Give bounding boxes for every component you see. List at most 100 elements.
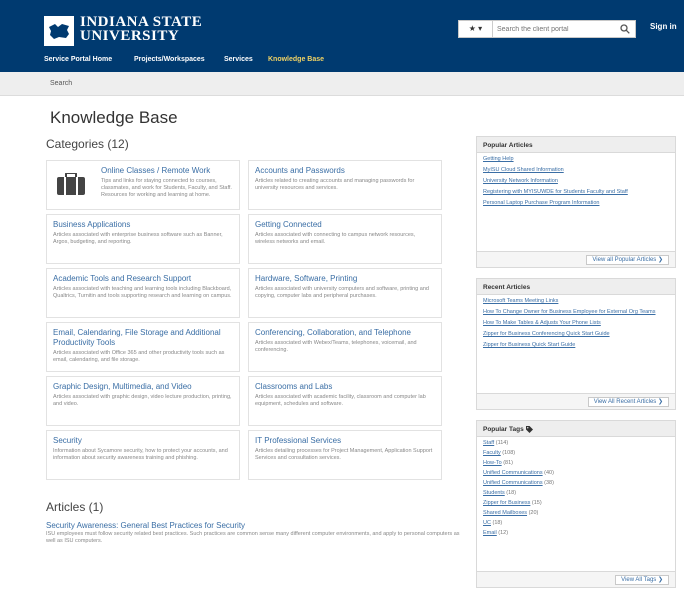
briefcase-icon: [57, 173, 85, 195]
tag-count: (40): [544, 470, 554, 476]
nav-item-service-portal-home[interactable]: Service Portal Home: [44, 56, 112, 63]
category-classrooms-labs[interactable]: Classrooms and Labs Articles associated …: [248, 376, 442, 426]
category-academic-tools[interactable]: Academic Tools and Research Support Arti…: [46, 268, 240, 318]
category-getting-connected[interactable]: Getting Connected Articles associated wi…: [248, 214, 442, 264]
tag-link[interactable]: UC: [483, 520, 491, 526]
tag-item: Unified Communications (38): [483, 480, 669, 487]
popular-tags-panel: Popular Tags Staff (114) Faculty (108) H…: [476, 420, 676, 588]
tag-item: Shared Mailboxes (20): [483, 510, 669, 517]
tag-link[interactable]: Unified Communications: [483, 480, 543, 486]
tag-link[interactable]: Shared Mailboxes: [483, 510, 527, 516]
category-description: Articles associated with connecting to c…: [255, 232, 416, 245]
recent-articles-footer: View All Recent Articles ❯: [477, 393, 675, 409]
tag-link[interactable]: Faculty: [483, 450, 501, 456]
category-title: Getting Connected: [255, 220, 322, 229]
category-description: Articles associated with Webex/Teams, te…: [255, 340, 417, 353]
article-description: ISU employees must follow security relat…: [46, 531, 460, 544]
logo-icon[interactable]: [44, 16, 74, 46]
popular-article-link[interactable]: Personal Laptop Purchase Program Informa…: [483, 200, 669, 207]
category-description: Articles detailing processes for Project…: [255, 448, 433, 461]
recent-article-link[interactable]: Zipper for Business Quick Start Guide: [483, 342, 669, 349]
tag-link[interactable]: Email: [483, 530, 497, 536]
site-header: INDIANA STATE UNIVERSITY ★ ▾ Sign in Ser…: [0, 0, 684, 72]
tag-link[interactable]: Students: [483, 490, 505, 496]
category-description: Articles associated with Office 365 and …: [53, 350, 225, 363]
popular-articles-panel: Popular Articles Getting Help MyISU Clou…: [476, 136, 676, 268]
tag-item: Students (18): [483, 490, 669, 497]
category-conferencing[interactable]: Conferencing, Collaboration, and Telepho…: [248, 322, 442, 372]
tag-count: (15): [531, 500, 542, 506]
category-business-applications[interactable]: Business Applications Articles associate…: [46, 214, 240, 264]
article-link[interactable]: Security Awareness: General Best Practic…: [46, 521, 245, 530]
category-description: Articles associated with university comp…: [255, 286, 429, 299]
tag-count: (18): [492, 520, 503, 526]
popular-articles-footer: View all Popular Articles ❯: [477, 251, 675, 267]
breadcrumb: Search: [0, 72, 684, 96]
tag-count: (38): [544, 480, 554, 486]
recent-article-link[interactable]: How To Change Owner for Business Employe…: [483, 309, 669, 316]
category-it-professional-services[interactable]: IT Professional Services Articles detail…: [248, 430, 442, 480]
category-hardware-software-printing[interactable]: Hardware, Software, Printing Articles as…: [248, 268, 442, 318]
tag-item: Staff (114): [483, 440, 669, 447]
category-title: Academic Tools and Research Support: [53, 274, 192, 283]
search-button[interactable]: [615, 21, 635, 37]
recent-articles-heading: Recent Articles: [477, 279, 675, 295]
articles-heading: Articles (1): [46, 500, 104, 514]
search-bar: ★ ▾: [458, 20, 636, 38]
category-title: Conferencing, Collaboration, and Telepho…: [255, 328, 411, 337]
recent-article-link[interactable]: How To Make Tables & Adjusts Your Phone …: [483, 320, 669, 327]
tag-item: Email (12): [483, 530, 669, 537]
view-all-popular-articles-button[interactable]: View all Popular Articles ❯: [586, 255, 669, 265]
popular-tags-footer: View All Tags ❯: [477, 571, 675, 587]
tag-link[interactable]: Unified Communications: [483, 470, 543, 476]
breadcrumb-search-link[interactable]: Search: [50, 80, 72, 87]
popular-article-link[interactable]: Getting Help: [483, 156, 669, 163]
categories-heading: Categories (12): [46, 137, 129, 151]
university-wordmark[interactable]: INDIANA STATE UNIVERSITY: [80, 14, 203, 44]
nav-item-knowledge-base[interactable]: Knowledge Base: [268, 56, 324, 63]
popular-articles-heading: Popular Articles: [477, 137, 675, 153]
category-title: Graphic Design, Multimedia, and Video: [53, 382, 192, 391]
tag-link[interactable]: Staff: [483, 440, 494, 446]
sign-in-link[interactable]: Sign in: [650, 22, 677, 31]
wordmark-line-2: UNIVERSITY: [80, 28, 180, 44]
recent-article-link[interactable]: Zipper for Business Conferencing Quick S…: [483, 331, 669, 338]
category-title: Classrooms and Labs: [255, 382, 333, 391]
popular-article-link[interactable]: Registering with MYISUWDE for Students F…: [483, 189, 669, 196]
tag-link[interactable]: How-To: [483, 460, 502, 466]
category-title: Accounts and Passwords: [255, 166, 345, 175]
popular-tags-heading: Popular Tags: [483, 426, 524, 434]
category-email-calendaring[interactable]: Email, Calendaring, File Storage and Add…: [46, 322, 240, 372]
category-description: Articles related to creating accounts an…: [255, 178, 415, 191]
category-online-classes[interactable]: Online Classes / Remote Work Tips and li…: [46, 160, 240, 210]
view-all-recent-articles-button[interactable]: View All Recent Articles ❯: [587, 397, 669, 407]
category-title: IT Professional Services: [255, 436, 342, 445]
popular-tags-list: Staff (114) Faculty (108) How-To (81) Un…: [477, 437, 675, 543]
category-accounts-passwords[interactable]: Accounts and Passwords Articles related …: [248, 160, 442, 210]
tag-item: Zipper for Business (15): [483, 500, 669, 507]
category-description: Articles associated with academic facili…: [255, 394, 426, 407]
popular-articles-list: Getting Help MyISU Cloud Shared Informat…: [477, 153, 675, 207]
search-input[interactable]: [497, 23, 609, 35]
category-description: Articles associated with enterprise busi…: [53, 232, 223, 245]
search-scope-dropdown[interactable]: ★ ▾: [459, 21, 493, 37]
category-description: Articles associated with graphic design,…: [53, 394, 232, 407]
tag-count: (114): [495, 440, 509, 446]
nav-item-services[interactable]: Services: [224, 56, 253, 63]
recent-articles-panel: Recent Articles Microsoft Teams Meeting …: [476, 278, 676, 410]
popular-article-link[interactable]: University Network Information: [483, 178, 669, 185]
tag-count: (108): [502, 450, 516, 456]
category-title: Online Classes / Remote Work: [101, 166, 211, 175]
category-title: Email, Calendaring, File Storage and Add…: [53, 328, 221, 347]
category-graphic-design[interactable]: Graphic Design, Multimedia, and Video Ar…: [46, 376, 240, 426]
recent-article-link[interactable]: Microsoft Teams Meeting Links: [483, 298, 669, 305]
category-security[interactable]: Security Information about Sycamore secu…: [46, 430, 240, 480]
nav-item-projects-workspaces[interactable]: Projects/Workspaces: [134, 56, 205, 63]
category-description: Tips and links for staying connected to …: [101, 178, 232, 198]
tag-link[interactable]: Zipper for Business: [483, 500, 530, 506]
recent-articles-list: Microsoft Teams Meeting Links How To Cha…: [477, 295, 675, 349]
category-description: Articles associated with teaching and le…: [53, 286, 232, 299]
view-all-tags-button[interactable]: View All Tags ❯: [615, 575, 669, 585]
wordmark-line-1: INDIANA STATE: [80, 14, 203, 30]
popular-article-link[interactable]: MyISU Cloud Shared Information: [483, 167, 669, 174]
